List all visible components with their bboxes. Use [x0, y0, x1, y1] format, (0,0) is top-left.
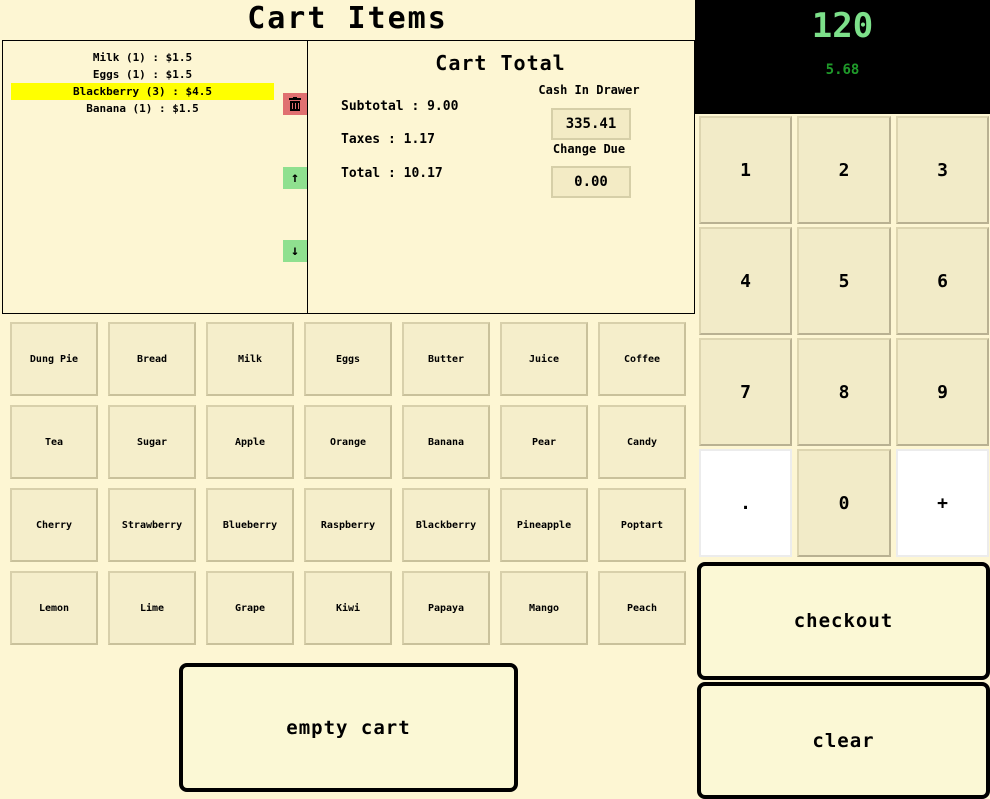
product-button-pineapple[interactable]: Pineapple: [500, 488, 588, 562]
product-button-lemon[interactable]: Lemon: [10, 571, 98, 645]
subtotal-text: Subtotal : 9.00: [341, 99, 459, 114]
product-button-banana[interactable]: Banana: [402, 405, 490, 479]
cash-in-drawer-label: Cash In Drawer: [538, 83, 640, 97]
amount-display: 120 5.68: [695, 0, 990, 114]
cart-total-box: Cart Total Subtotal : 9.00 Taxes : 1.17 …: [307, 40, 695, 314]
cash-in-drawer-field[interactable]: 335.41: [551, 108, 631, 140]
cart-total-title: Cart Total: [435, 51, 566, 75]
keypad-key-7[interactable]: 7: [699, 338, 792, 446]
taxes-text: Taxes : 1.17: [341, 132, 435, 147]
total-text: Total : 10.17: [341, 166, 443, 181]
cart-list-item[interactable]: Milk (1) : $1.5: [11, 49, 274, 66]
product-button-blueberry[interactable]: Blueberry: [206, 488, 294, 562]
cart-list-item[interactable]: Eggs (1) : $1.5: [11, 66, 274, 83]
move-up-button[interactable]: ↑: [283, 167, 307, 189]
product-button-blackberry[interactable]: Blackberry: [402, 488, 490, 562]
product-button-cherry[interactable]: Cherry: [10, 488, 98, 562]
product-button-grape[interactable]: Grape: [206, 571, 294, 645]
arrow-down-icon: ↓: [290, 243, 300, 259]
product-button-milk[interactable]: Milk: [206, 322, 294, 396]
keypad-key-0[interactable]: 0: [797, 449, 891, 557]
keypad-key-1[interactable]: 1: [699, 116, 792, 224]
keypad: 1 2 3 4 5 6 7 8 9. 0 +: [699, 116, 989, 558]
cart-list: Milk (1) : $1.5 Eggs (1) : $1.5 Blackberry…: [11, 49, 274, 117]
move-down-button[interactable]: ↓: [283, 240, 307, 262]
page-title: Cart Items: [247, 1, 448, 36]
cart-list-item[interactable]: Blackberry (3) : $4.5: [11, 83, 274, 100]
product-button-juice[interactable]: Juice: [500, 322, 588, 396]
product-button-pear[interactable]: Pear: [500, 405, 588, 479]
product-button-papaya[interactable]: Papaya: [402, 571, 490, 645]
product-button-dung-pie[interactable]: Dung Pie: [10, 322, 98, 396]
product-button-lime[interactable]: Lime: [108, 571, 196, 645]
display-amount: 120: [811, 6, 874, 46]
product-button-bread[interactable]: Bread: [108, 322, 196, 396]
keypad-key-2[interactable]: 2: [797, 116, 891, 224]
keypad-key-5[interactable]: 5: [797, 227, 891, 335]
arrow-up-icon: ↑: [290, 170, 300, 186]
product-button-raspberry[interactable]: Raspberry: [304, 488, 392, 562]
product-button-coffee[interactable]: Coffee: [598, 322, 686, 396]
keypad-key-6[interactable]: 6: [896, 227, 989, 335]
product-grid: Dung Pie Bread Milk Eggs Butter Juice Coffee Te…: [10, 322, 688, 645]
trash-icon: [289, 97, 301, 111]
product-button-poptart[interactable]: Poptart: [598, 488, 686, 562]
cart-items-box: Milk (1) : $1.5 Eggs (1) : $1.5 Blackberry…: [2, 40, 308, 314]
keypad-key-3[interactable]: 3: [896, 116, 989, 224]
product-button-candy[interactable]: Candy: [598, 405, 686, 479]
product-button-kiwi[interactable]: Kiwi: [304, 571, 392, 645]
product-button-sugar[interactable]: Sugar: [108, 405, 196, 479]
change-due-label: Change Due: [552, 142, 626, 156]
register-panel: 120 5.68 1 2 3 4 5 6 7 8 9. 0 + checkout clear: [695, 0, 990, 799]
product-button-orange[interactable]: Orange: [304, 405, 392, 479]
keypad-key-4[interactable]: 4: [699, 227, 792, 335]
product-button-strawberry[interactable]: Strawberry: [108, 488, 196, 562]
checkout-button[interactable]: checkout: [697, 562, 990, 680]
keypad-key-9[interactable]: 9: [896, 338, 989, 446]
cart-list-item[interactable]: Banana (1) : $1.5: [11, 100, 274, 117]
clear-button[interactable]: clear: [697, 682, 990, 799]
product-button-peach[interactable]: Peach: [598, 571, 686, 645]
product-button-butter[interactable]: Butter: [402, 322, 490, 396]
keypad-key-plus[interactable]: +: [896, 449, 989, 557]
empty-cart-button[interactable]: empty cart: [179, 663, 518, 792]
keypad-key-decimal[interactable]: .: [699, 449, 792, 557]
cart-panel: Cart Items Milk (1) : $1.5 Eggs (1) : $1.…: [0, 0, 695, 799]
keypad-key-8[interactable]: 8: [797, 338, 891, 446]
change-due-field: 0.00: [551, 166, 631, 198]
product-button-eggs[interactable]: Eggs: [304, 322, 392, 396]
product-button-apple[interactable]: Apple: [206, 405, 294, 479]
product-button-tea[interactable]: Tea: [10, 405, 98, 479]
product-button-mango[interactable]: Mango: [500, 571, 588, 645]
delete-item-button[interactable]: [283, 93, 307, 115]
display-sub-amount: 5.68: [825, 62, 860, 78]
